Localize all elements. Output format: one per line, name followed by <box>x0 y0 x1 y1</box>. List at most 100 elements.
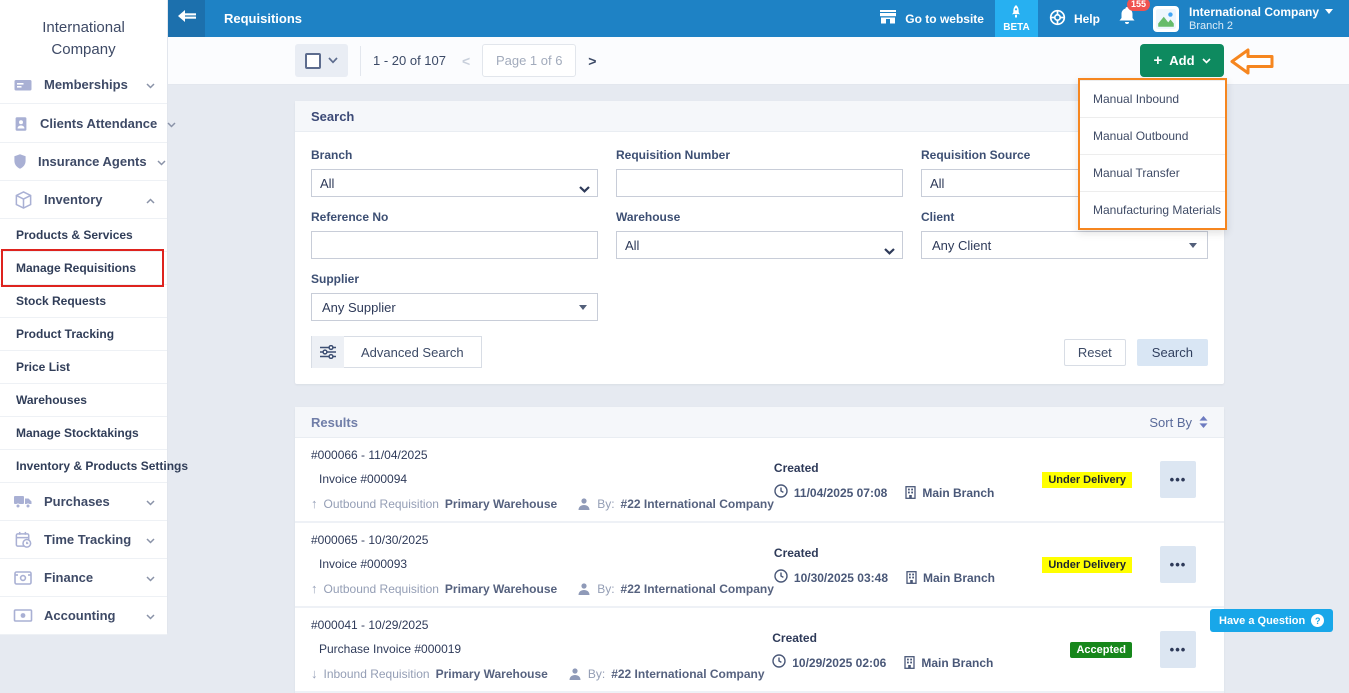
warehouse-select[interactable]: All <box>616 231 903 259</box>
sidebar-subitem[interactable]: Manage Stocktakings <box>0 417 167 450</box>
branch-label: Branch <box>311 148 598 162</box>
chevron-down-icon <box>167 115 176 133</box>
page-indicator[interactable]: Page 1 of 6 <box>482 44 576 77</box>
row-created-info: Created 11/04/2025 07:08 Main Branch <box>774 448 1042 511</box>
rocket-icon <box>1010 5 1022 21</box>
calendar-clock-icon <box>12 530 34 550</box>
company-name-line2: Company <box>51 39 115 61</box>
storefront-icon <box>879 10 897 27</box>
row-actions-menu-button[interactable]: ••• <box>1160 631 1196 668</box>
warehouse-name: Primary Warehouse <box>436 667 548 681</box>
go-to-website-link[interactable]: Go to website <box>879 10 984 27</box>
sidebar-item-accounting[interactable]: Accounting <box>0 597 167 635</box>
company-selector[interactable]: International Company Branch 2 <box>1189 5 1333 33</box>
row-created-info: Created 10/30/2025 03:48 Main Branch <box>774 533 1042 596</box>
sidebar-subitem-label: Price List <box>16 360 70 374</box>
row-actions-menu-button[interactable]: ••• <box>1160 461 1196 498</box>
reference-no-input[interactable] <box>311 231 598 259</box>
client-select-value: Any Client <box>932 238 991 253</box>
requisition-number-label: Requisition Number <box>616 148 903 162</box>
help-label: Help <box>1074 12 1100 26</box>
chevron-down-icon <box>146 493 155 511</box>
lifebuoy-icon <box>1049 9 1066 29</box>
sidebar-item-finance[interactable]: Finance <box>0 559 167 597</box>
caret-down-icon <box>1189 243 1197 248</box>
clock-icon <box>772 654 786 671</box>
sidebar-subitem-label: Inventory & Products Settings <box>16 459 188 473</box>
banknote-icon <box>12 608 34 623</box>
chevron-down-icon <box>146 531 155 549</box>
clock-icon <box>774 569 788 586</box>
client-select[interactable]: Any Client <box>921 231 1208 259</box>
sidebar-item-insurance-agents[interactable]: Insurance Agents <box>0 143 167 181</box>
requisition-row[interactable]: #000041 - 10/29/2025 Purchase Invoice #0… <box>295 608 1224 693</box>
requisition-id-date: #000065 - 10/30/2025 <box>311 533 774 547</box>
sidebar-subitem[interactable]: Warehouses <box>0 384 167 417</box>
requisition-id-date: #000066 - 11/04/2025 <box>311 448 774 462</box>
add-menu-item[interactable]: Manual Transfer <box>1080 154 1225 191</box>
sidebar-item-label: Purchases <box>44 494 136 509</box>
collapse-sidebar-button[interactable] <box>168 0 205 37</box>
advanced-search-button[interactable]: Advanced Search <box>311 336 482 368</box>
beta-badge[interactable]: BETA <box>995 0 1038 37</box>
collapse-arrow-icon <box>177 9 197 28</box>
search-button[interactable]: Search <box>1137 339 1208 366</box>
add-menu-item[interactable]: Manual Inbound <box>1080 80 1225 117</box>
person-icon <box>577 582 591 596</box>
caret-down-icon <box>579 305 587 310</box>
sidebar-item-label: Accounting <box>44 608 136 623</box>
sidebar-item-clients-attendance[interactable]: Clients Attendance <box>0 105 167 143</box>
warehouse-label: Warehouse <box>616 210 903 224</box>
person-icon <box>568 667 582 681</box>
sidebar-item-label: Finance <box>44 570 136 585</box>
created-label: Created <box>774 546 1042 560</box>
results-panel: Results Sort By #000066 - 11/04/2025 Inv… <box>295 407 1224 693</box>
sidebar-subitem[interactable]: Manage Requisitions <box>0 252 167 285</box>
branch-select[interactable]: All <box>311 169 598 197</box>
notifications-button[interactable]: 155 <box>1119 7 1135 30</box>
sidebar-subitem[interactable]: Products & Services <box>0 219 167 252</box>
sidebar-item-label: Memberships <box>44 78 136 92</box>
sidebar-item-purchases[interactable]: Purchases <box>0 483 167 521</box>
sidebar-subitem[interactable]: Product Tracking <box>0 318 167 351</box>
sort-by-control[interactable]: Sort By <box>1149 415 1208 430</box>
add-menu-item[interactable]: Manual Outbound <box>1080 117 1225 154</box>
building-icon <box>906 571 917 584</box>
next-page-button[interactable]: > <box>588 53 596 69</box>
sidebar-subitem-label: Manage Requisitions <box>16 261 136 275</box>
branch-name: Main Branch <box>922 486 994 500</box>
sidebar-item-label: Time Tracking <box>44 532 136 547</box>
direction-label: Outbound Requisition <box>324 582 439 596</box>
sidebar-subitem[interactable]: Inventory & Products Settings <box>0 450 167 483</box>
add-menu-item[interactable]: Manufacturing Materials <box>1080 191 1225 228</box>
help-link[interactable]: Help <box>1049 9 1100 29</box>
supplier-select[interactable]: Any Supplier <box>311 293 598 321</box>
select-all-checkbox[interactable] <box>305 53 321 69</box>
requisition-row[interactable]: #000066 - 11/04/2025 Invoice #000094 ↑ O… <box>295 438 1224 523</box>
sidebar-item-label: Insurance Agents <box>38 154 147 169</box>
direction-label: Outbound Requisition <box>324 497 439 511</box>
direction-icon: ↓ <box>311 666 318 681</box>
add-button[interactable]: + Add <box>1140 44 1224 77</box>
reset-button[interactable]: Reset <box>1064 339 1126 366</box>
row-actions-menu-button[interactable]: ••• <box>1160 546 1196 583</box>
attendance-icon <box>12 114 30 134</box>
plus-icon: + <box>1153 53 1162 68</box>
requisition-row[interactable]: #000065 - 10/30/2025 Invoice #000093 ↑ O… <box>295 523 1224 608</box>
have-a-question-button[interactable]: Have a Question ? <box>1210 609 1333 632</box>
created-by: #22 International Company <box>621 582 774 596</box>
requisition-number-input[interactable] <box>616 169 903 197</box>
pagination: < Page 1 of 6 > <box>462 44 596 77</box>
sidebar-subitem-label: Warehouses <box>16 393 87 407</box>
sidebar-subitem[interactable]: Price List <box>0 351 167 384</box>
prev-page-button[interactable]: < <box>462 53 470 69</box>
sidebar-subitem[interactable]: Stock Requests <box>0 285 167 318</box>
sidebar-item-time-tracking[interactable]: Time Tracking <box>0 521 167 559</box>
sidebar-item-memberships[interactable]: Memberships <box>0 78 167 104</box>
select-all-control[interactable] <box>295 44 348 77</box>
row-main-info: #000041 - 10/29/2025 Purchase Invoice #0… <box>311 618 772 681</box>
results-panel-title: Results <box>311 415 358 430</box>
sidebar-item-inventory[interactable]: Inventory <box>0 181 167 219</box>
sidebar-item-label: Clients Attendance <box>40 116 157 131</box>
sliders-icon <box>312 336 344 368</box>
